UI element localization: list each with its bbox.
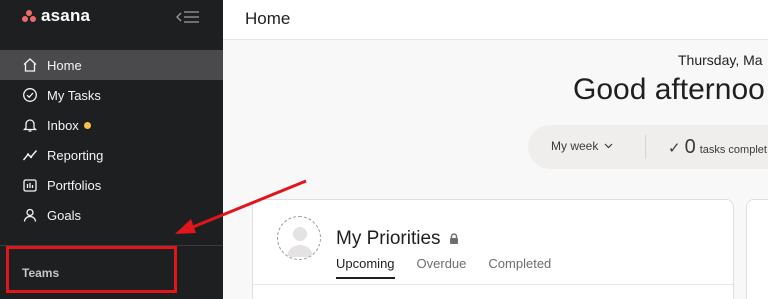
tab-completed[interactable]: Completed <box>488 256 551 279</box>
sidebar-item-label: My Tasks <box>47 87 101 103</box>
check-circle-icon <box>23 88 37 102</box>
secondary-card <box>746 199 768 299</box>
avatar[interactable] <box>277 216 321 260</box>
collapse-sidebar-icon[interactable] <box>175 8 201 26</box>
chart-line-icon <box>22 150 38 161</box>
tasks-completed-label: tasks complet <box>699 144 767 156</box>
asana-logo-icon <box>22 10 36 22</box>
sidebar-item-portfolios[interactable]: Portfolios <box>0 170 223 200</box>
top-bar: Home <box>223 0 768 40</box>
checkmark-icon: ✓ <box>668 140 681 157</box>
my-priorities-card: My Priorities Upcoming Overdue Completed <box>252 199 734 299</box>
current-date: Thursday, Ma <box>678 52 763 68</box>
week-select-label: My week <box>551 139 599 153</box>
avatar-placeholder-icon <box>287 227 313 257</box>
lock-icon <box>449 233 458 244</box>
sidebar: asana Home My Tasks Inbox Reporting Port… <box>0 0 223 299</box>
sidebar-item-label: Portfolios <box>47 177 102 193</box>
annotation-highlight-box <box>6 246 177 293</box>
sidebar-item-label: Goals <box>47 207 81 223</box>
sidebar-item-label: Inbox <box>47 117 79 133</box>
priorities-tabs: Upcoming Overdue Completed <box>336 256 551 279</box>
tab-overdue[interactable]: Overdue <box>417 256 467 279</box>
sidebar-item-label: Home <box>47 57 82 73</box>
chevron-down-icon <box>604 143 613 149</box>
home-icon <box>23 58 37 72</box>
tab-upcoming[interactable]: Upcoming <box>336 256 395 279</box>
sidebar-item-home[interactable]: Home <box>0 50 223 80</box>
person-icon <box>23 208 37 222</box>
portfolio-icon <box>23 179 37 192</box>
unread-dot-icon <box>83 121 91 129</box>
sidebar-item-reporting[interactable]: Reporting <box>0 140 223 170</box>
page-title: Home <box>245 9 291 28</box>
sidebar-item-goals[interactable]: Goals <box>0 200 223 230</box>
tasks-completed-count: 0 <box>684 136 696 158</box>
logo-text: asana <box>41 6 91 25</box>
card-title: My Priorities <box>336 228 459 250</box>
bell-icon <box>22 119 38 132</box>
sidebar-item-my-tasks[interactable]: My Tasks <box>0 80 223 110</box>
sidebar-nav: Home My Tasks Inbox Reporting Portfolios… <box>0 50 223 230</box>
card-divider <box>253 284 733 285</box>
sidebar-item-label: Reporting <box>47 147 104 163</box>
greeting-heading: Good afternoo <box>573 73 765 106</box>
card-title-text: My Priorities <box>336 228 441 249</box>
week-select-dropdown[interactable]: My week <box>551 139 613 153</box>
weekly-stats-bar: My week ✓ 0 tasks complet <box>528 125 768 169</box>
stats-separator <box>645 135 646 159</box>
sidebar-item-inbox[interactable]: Inbox <box>0 110 223 140</box>
tasks-completed-stat: ✓ 0 tasks complet <box>668 136 767 159</box>
asana-logo[interactable]: asana <box>22 6 90 26</box>
